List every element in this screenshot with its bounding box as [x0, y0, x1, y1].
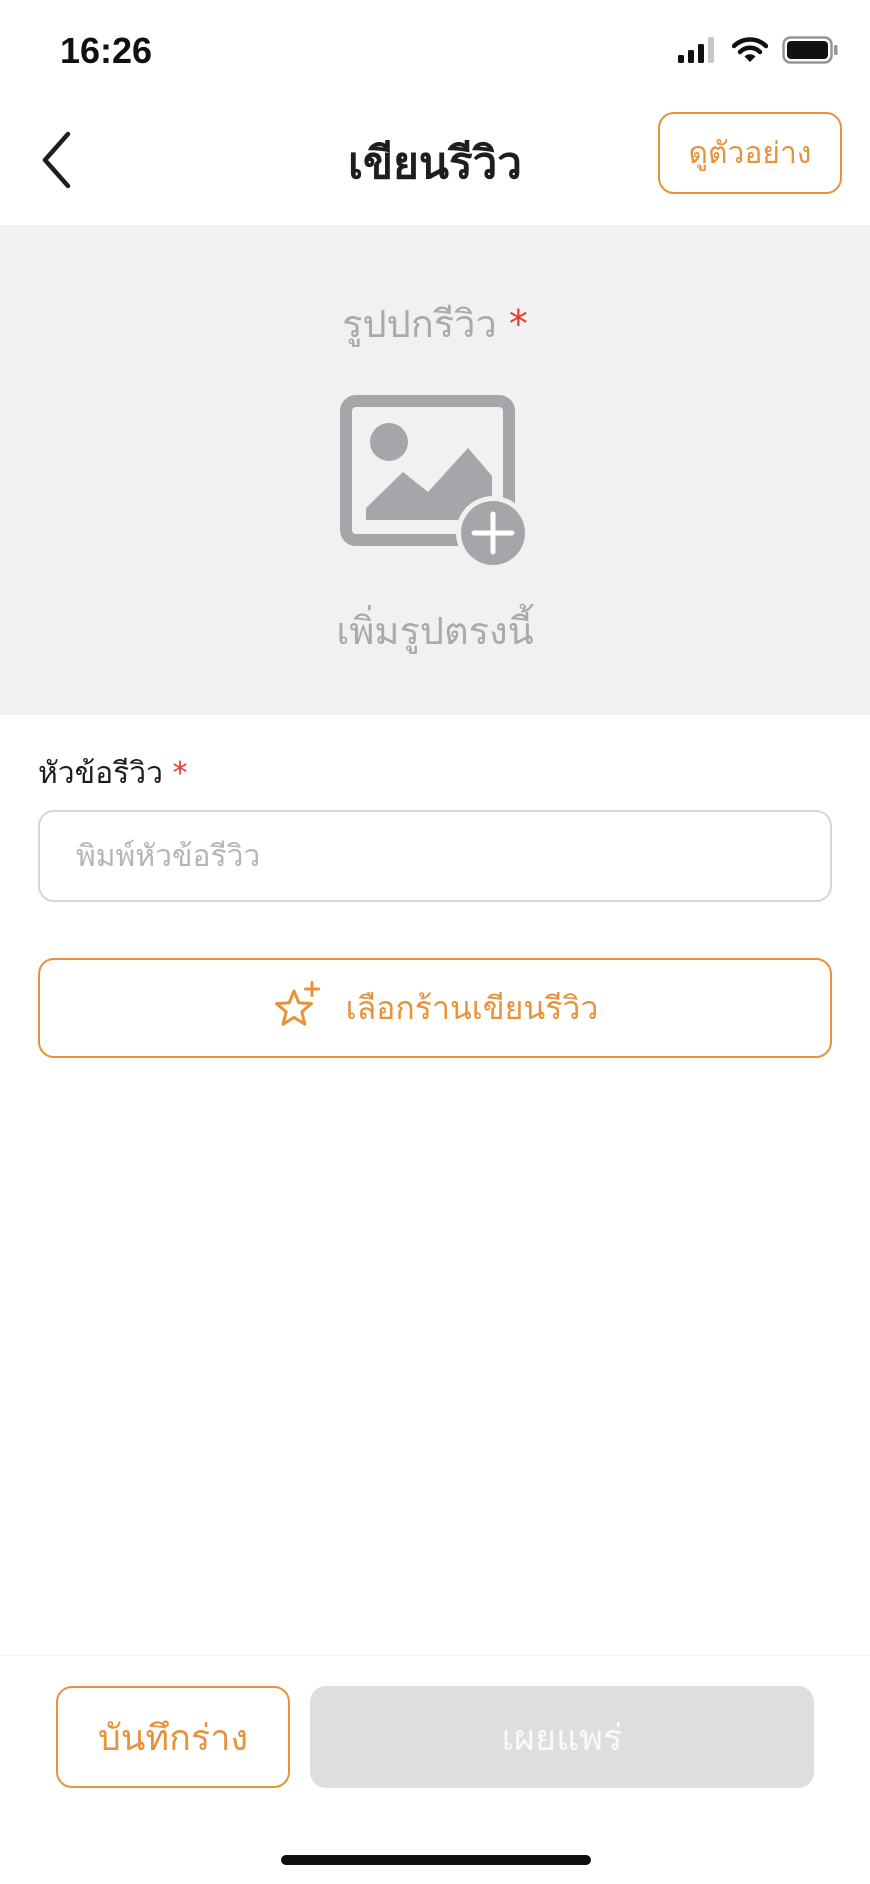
add-image-icon: [340, 395, 530, 570]
cover-label-text: รูปปกรีวิว: [342, 302, 497, 346]
status-icons: [678, 36, 838, 64]
cover-label: รูปปกรีวิว *: [0, 293, 870, 354]
save-draft-button[interactable]: บันทึกร่าง: [56, 1686, 290, 1788]
wifi-icon: [732, 37, 768, 62]
review-title-input[interactable]: [38, 810, 832, 902]
title-field-label: หัวข้อรีวิว *: [38, 750, 188, 797]
status-bar: 16:26: [0, 0, 870, 100]
choose-shop-label: เลือกร้านเขียนรีวิว: [345, 988, 599, 1027]
cover-hint: เพิ่มรูปตรงนี้: [336, 609, 534, 653]
preview-button[interactable]: ดูตัวอย่าง: [658, 112, 842, 194]
add-cover-image-button[interactable]: [335, 390, 535, 580]
battery-icon: [782, 36, 838, 64]
choose-shop-button[interactable]: เลือกร้านเขียนรีวิว: [38, 958, 832, 1058]
cover-image-section: รูปปกรีวิว * เพิ่มรูปตรงนี้: [0, 225, 870, 715]
signal-icon: [678, 37, 714, 63]
required-mark: *: [172, 756, 188, 791]
required-mark: *: [508, 302, 528, 346]
bottom-action-bar: บันทึกร่าง เผยแพร่: [0, 1655, 870, 1884]
star-plus-icon: [274, 981, 320, 1026]
header: เขียนรีวิว ดูตัวอย่าง: [0, 100, 870, 225]
home-indicator: [281, 1855, 591, 1865]
status-time: 16:26: [60, 30, 153, 71]
publish-button[interactable]: เผยแพร่: [310, 1686, 814, 1788]
title-label-text: หัวข้อรีวิว: [38, 756, 163, 791]
